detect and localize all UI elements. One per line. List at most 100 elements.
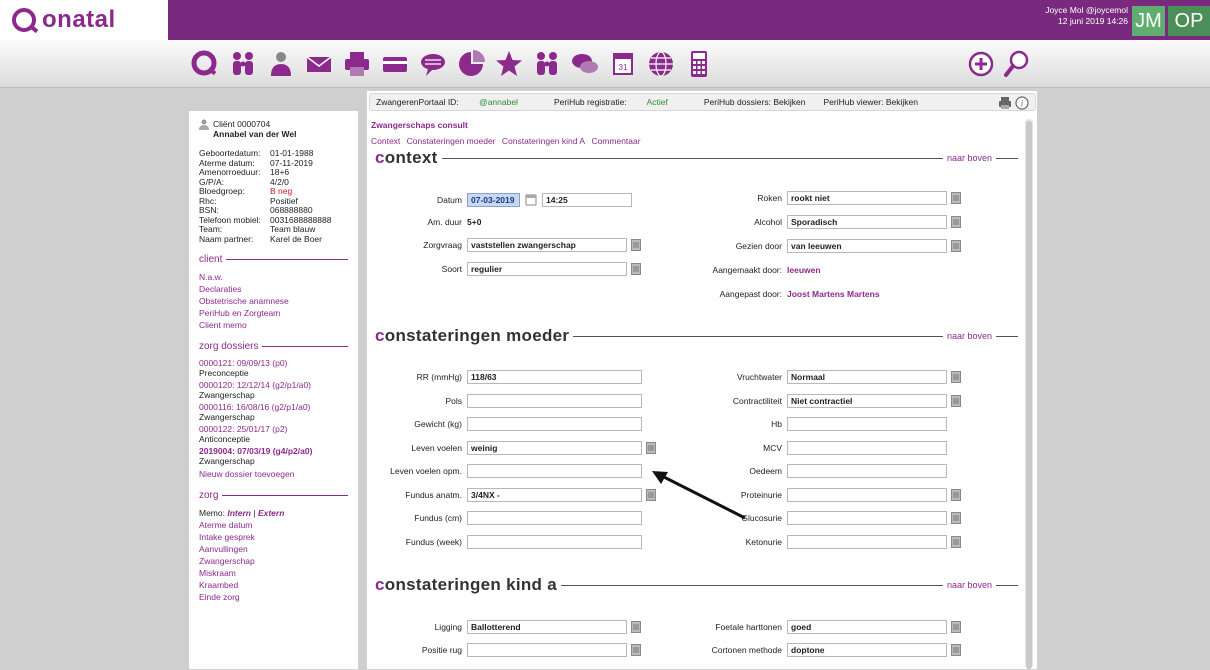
field-input[interactable]	[467, 393, 642, 408]
chat-button[interactable]	[416, 48, 450, 80]
document-icon[interactable]	[951, 240, 961, 252]
info-icon[interactable]: i	[1015, 96, 1029, 110]
dossier-link[interactable]: 0000122: 25/01/17 (p2)	[199, 424, 348, 434]
field-foetale-harttonen: Foetale harttonen goed	[697, 620, 961, 634]
family-button[interactable]	[226, 48, 260, 80]
client-button[interactable]	[264, 48, 298, 80]
web-button[interactable]	[644, 48, 678, 80]
zorg-link[interactable]: Kraambed	[199, 579, 348, 591]
dossier-link[interactable]: 0000120: 12/12/14 (g2/p1/a0)	[199, 380, 348, 390]
positie-rug-input[interactable]	[467, 643, 627, 657]
tab-constateringen-moeder[interactable]: Constateringen moeder	[407, 136, 496, 146]
field-input[interactable]: Niet contractiel	[787, 393, 947, 408]
field-input[interactable]	[467, 511, 642, 525]
payment-button[interactable]	[378, 48, 412, 80]
harttonen-input[interactable]: goed	[787, 620, 947, 634]
dossier-link[interactable]: 0000121: 09/09/13 (p0)	[199, 358, 348, 368]
document-icon[interactable]	[631, 239, 641, 251]
field-label: Vruchtwater	[736, 372, 782, 382]
team-button[interactable]	[530, 48, 564, 80]
perihub-viewer-link[interactable]: PeriHub viewer: Bekijken	[823, 97, 917, 107]
field-input[interactable]	[787, 511, 947, 525]
add-button[interactable]	[964, 48, 998, 80]
document-icon[interactable]	[951, 216, 961, 228]
portal-id-value[interactable]: @annabel	[479, 97, 518, 107]
user-name: Joyce Mol @joycemol	[1045, 5, 1128, 15]
printer-icon[interactable]	[998, 96, 1012, 110]
tab-context[interactable]: Context	[371, 136, 400, 146]
field-input[interactable]: Normaal	[787, 370, 947, 384]
zorg-link[interactable]: Einde zorg	[199, 591, 348, 603]
dossier-link[interactable]: 0000116: 16/08/16 (g2/p1/a0)	[199, 402, 348, 412]
client-link[interactable]: N.a.w.	[199, 271, 348, 283]
document-icon[interactable]	[631, 263, 641, 275]
zorg-link[interactable]: Intake gesprek	[199, 531, 348, 543]
document-icon[interactable]	[951, 192, 961, 204]
document-icon[interactable]	[951, 512, 961, 524]
document-icon[interactable]	[631, 644, 641, 656]
app-logo[interactable]: onatal	[0, 0, 168, 40]
roken-input[interactable]: rookt niet	[787, 191, 947, 205]
datum-input[interactable]: 07-03-2019	[467, 193, 520, 207]
zorg-link[interactable]: Zwangerschap	[199, 555, 348, 567]
document-icon[interactable]	[951, 621, 961, 633]
dossier-link[interactable]: 2019004: 07/03/19 (g4/p2/a0)	[199, 446, 348, 456]
field-input[interactable]: 118/63	[467, 370, 642, 384]
calendar-icon[interactable]	[525, 194, 537, 206]
calculator-button[interactable]	[682, 48, 716, 80]
memo-extern-link[interactable]: Extern	[258, 508, 284, 518]
tab-commentaar[interactable]: Commentaar	[591, 136, 640, 146]
client-link[interactable]: PeriHub en Zorgteam	[199, 307, 348, 319]
vertical-scrollbar[interactable]	[1025, 119, 1033, 669]
field-input[interactable]: 3/4NX -	[467, 487, 642, 502]
favorites-button[interactable]	[492, 48, 526, 80]
field-input[interactable]	[787, 440, 947, 455]
statistics-button[interactable]	[454, 48, 488, 80]
field-input[interactable]	[787, 417, 947, 431]
document-icon[interactable]	[951, 644, 961, 656]
field-input[interactable]	[787, 487, 947, 502]
naar-boven-link[interactable]: naar boven	[947, 153, 992, 163]
field-input[interactable]	[787, 534, 947, 549]
scrollbar-thumb[interactable]	[1026, 121, 1032, 669]
zorg-link[interactable]: Aterme datum	[199, 519, 348, 531]
perihub-dossiers-link[interactable]: PeriHub dossiers: Bekijken	[704, 97, 806, 107]
user-badge-jm[interactable]: JM	[1132, 6, 1165, 36]
field-input[interactable]	[787, 464, 947, 478]
cortonen-input[interactable]: doptone	[787, 643, 947, 657]
soort-input[interactable]: regulier	[467, 262, 627, 276]
document-icon[interactable]	[951, 488, 961, 501]
client-link[interactable]: Client memo	[199, 319, 348, 331]
client-link[interactable]: Declaraties	[199, 283, 348, 295]
tijd-input[interactable]: 14:25	[542, 193, 632, 207]
naar-boven-link[interactable]: naar boven	[947, 331, 992, 341]
document-icon[interactable]	[951, 394, 961, 407]
calendar-button[interactable]: 31	[606, 48, 640, 80]
zorg-link[interactable]: Miskraam	[199, 567, 348, 579]
field-input[interactable]: weinig	[467, 440, 642, 455]
field-input[interactable]	[467, 534, 642, 549]
new-dossier-link[interactable]: Nieuw dossier toevoegen	[199, 468, 348, 480]
document-icon[interactable]	[631, 621, 641, 633]
gezien-door-input[interactable]: van leeuwen	[787, 239, 947, 253]
mail-button[interactable]	[302, 48, 336, 80]
document-icon[interactable]	[951, 371, 961, 383]
alcohol-input[interactable]: Sporadisch	[787, 215, 947, 229]
user-badge-op[interactable]: OP	[1168, 6, 1210, 36]
document-icon[interactable]	[646, 441, 656, 454]
naar-boven-link[interactable]: naar boven	[947, 580, 992, 590]
ligging-input[interactable]: Ballotterend	[467, 620, 627, 634]
tab-constateringen-kind[interactable]: Constateringen kind A	[502, 136, 585, 146]
home-button[interactable]	[188, 48, 222, 80]
zorg-link[interactable]: Aanvullingen	[199, 543, 348, 555]
memo-intern-link[interactable]: Intern	[227, 508, 251, 518]
user-info[interactable]: Joyce Mol @joycemol 12 juni 2019 14:26	[1045, 5, 1128, 27]
field-input[interactable]	[467, 464, 642, 478]
messages-button[interactable]	[568, 48, 602, 80]
zorgvraag-input[interactable]: vaststellen zwangerschap	[467, 238, 627, 252]
print-button[interactable]	[340, 48, 374, 80]
field-input[interactable]	[467, 417, 642, 431]
document-icon[interactable]	[951, 535, 961, 548]
search-button[interactable]	[1000, 48, 1034, 80]
client-link[interactable]: Obstetrische anamnese	[199, 295, 348, 307]
